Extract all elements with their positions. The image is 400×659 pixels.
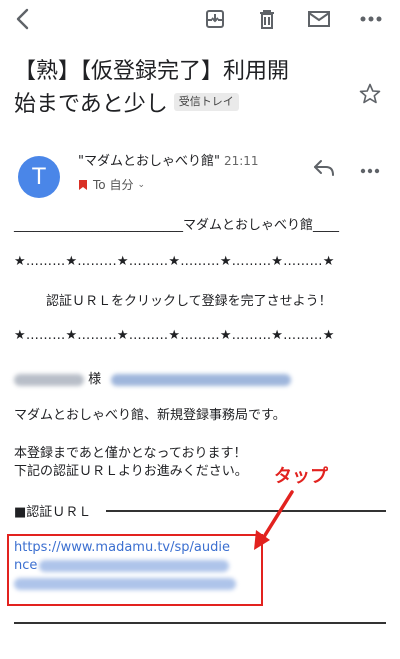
- redacted-url-part: [39, 559, 230, 572]
- auth-url-line-2[interactable]: nce: [14, 558, 230, 573]
- reply-icon[interactable]: [312, 158, 336, 178]
- stars-divider-1: ★………★………★………★………★………★………★: [14, 254, 335, 269]
- subject-line-2: 始まであと少し: [14, 92, 168, 117]
- auth-url-line-3[interactable]: [14, 576, 236, 591]
- redacted-name: [14, 373, 84, 386]
- back-arrow-icon[interactable]: [8, 4, 38, 34]
- more-horiz-icon[interactable]: [356, 4, 386, 34]
- chevron-down-icon[interactable]: ⌄: [137, 180, 145, 190]
- auth-url-line-2-text: nce: [14, 558, 38, 573]
- mail-icon[interactable]: [304, 4, 334, 34]
- sender-line: "マダムとおしゃべり館" 21:11: [78, 150, 259, 169]
- message-time: 21:11: [223, 154, 259, 168]
- honorific: 様: [88, 372, 102, 387]
- email-subject: 【熟】【仮登録完了】利用開 始まであと少し 受信トレイ: [14, 55, 344, 121]
- recipient-name-line: 様: [14, 368, 292, 387]
- subject-line-1: 【熟】【仮登録完了】利用開: [14, 59, 290, 84]
- avatar-letter: T: [32, 164, 46, 190]
- top-toolbar: [0, 0, 400, 38]
- star-icon[interactable]: [358, 82, 384, 108]
- tap-annotation-label: タップ: [274, 466, 328, 487]
- recipient-text: To 自分: [93, 178, 134, 192]
- trash-icon[interactable]: [252, 4, 282, 34]
- archive-icon[interactable]: [200, 4, 230, 34]
- url-label: ■認証ＵＲＬ: [14, 505, 92, 520]
- recipient-line[interactable]: To 自分 ⌄: [78, 176, 145, 193]
- bottom-divider: [14, 622, 386, 624]
- message-more-icon[interactable]: [360, 160, 380, 176]
- instruction-text: 認証ＵＲＬをクリックして登録を完了させよう！: [46, 294, 332, 309]
- url-divider: [106, 510, 386, 512]
- note-line-1: 本登録まであと僅かとなっております！: [14, 446, 247, 461]
- auth-url-line-1[interactable]: https://www.madamu.tv/sp/audie: [14, 540, 230, 555]
- important-marker-icon: [79, 179, 87, 190]
- stars-divider-2: ★………★………★………★………★………★………★: [14, 328, 335, 343]
- note-line-2: 下記の認証ＵＲＬよりお進みください。: [14, 464, 248, 479]
- redacted-email: [111, 373, 292, 386]
- redacted-url-part-2: [14, 577, 236, 590]
- inbox-label-badge[interactable]: 受信トレイ: [173, 93, 239, 111]
- sender-avatar[interactable]: T: [18, 156, 60, 198]
- sender-name: "マダムとおしゃべり館": [78, 154, 220, 169]
- body-header-line: __________________________マダムとおしゃべり館____: [14, 218, 340, 233]
- intro-text: マダムとおしゃべり館、新規登録事務局です。: [14, 408, 286, 423]
